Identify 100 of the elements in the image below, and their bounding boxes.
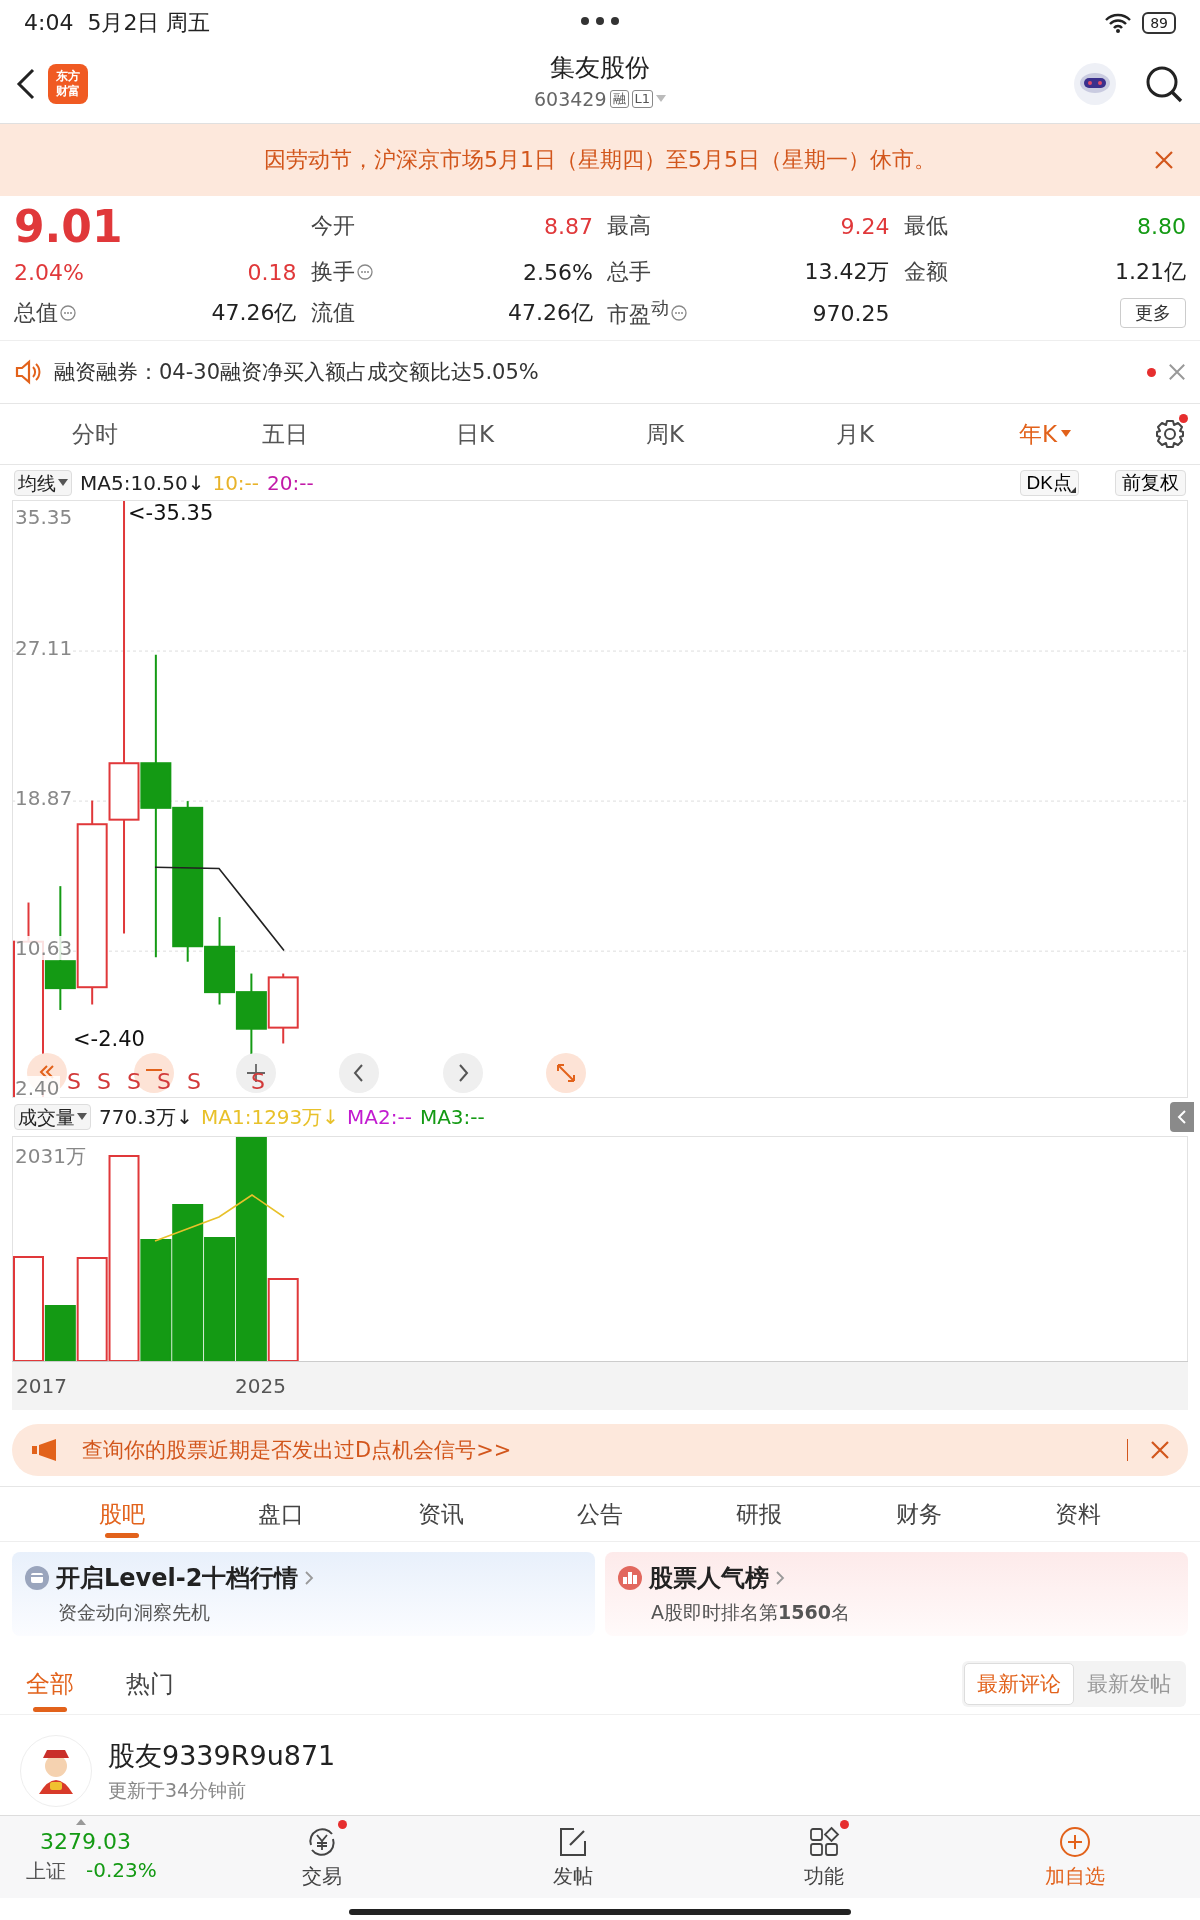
section-tab[interactable]: 盘口	[201, 1487, 361, 1541]
close-icon[interactable]	[1168, 363, 1186, 381]
indicator-select[interactable]: 成交量	[14, 1104, 91, 1130]
card-subtitle: A股即时排名第1560名	[651, 1600, 851, 1625]
indicator-select[interactable]: 均线	[14, 469, 72, 496]
card-title: 开启Level-2十档行情	[56, 1563, 299, 1594]
next-button[interactable]	[443, 1053, 483, 1093]
close-icon[interactable]	[1154, 150, 1174, 170]
settings-icon[interactable]	[1154, 418, 1186, 450]
section-tab[interactable]: 研报	[679, 1487, 840, 1541]
chart-option-button[interactable]: DK点	[1019, 469, 1079, 496]
chevron-right-icon	[459, 1064, 469, 1082]
collapse-handle[interactable]	[1170, 1102, 1194, 1132]
stat-label: 今开	[310, 212, 355, 240]
index-name[interactable]: 上证	[26, 1858, 66, 1885]
post-time: 更新于34分钟前	[108, 1778, 248, 1803]
indicator-reading: 770.3万↓	[99, 1103, 193, 1131]
stat-label: 流值	[310, 299, 355, 327]
indicator-reading: 20:--	[267, 470, 314, 495]
caret-icon	[77, 1113, 87, 1121]
change-amount: 0.18	[247, 259, 297, 285]
stat-value: 47.26亿	[211, 299, 297, 327]
price-annotation: <-2.40	[73, 1027, 145, 1051]
previous-button[interactable]	[339, 1053, 379, 1093]
expand-icon	[557, 1064, 575, 1082]
section-tab[interactable]: 财务	[839, 1487, 999, 1541]
period-tab[interactable]: 分时	[0, 418, 190, 450]
stat-value: 13.42万	[804, 258, 890, 286]
section-tab[interactable]: 公告	[520, 1487, 680, 1541]
axis-label: 2017	[16, 1374, 67, 1398]
card-icon	[24, 1565, 50, 1591]
period-tab[interactable]: 日K	[380, 418, 570, 450]
podium-icon	[617, 1565, 643, 1591]
promo-card[interactable]: 股票人气榜 A股即时排名第1560名	[605, 1552, 1188, 1636]
toolbar-button[interactable]: 交易	[196, 1823, 447, 1891]
stat-label: 市盈$^{动}$	[607, 296, 669, 330]
info-icon[interactable]	[60, 305, 76, 321]
stat-label: 最高	[607, 212, 651, 240]
stat-value: 2.56%	[523, 259, 593, 285]
section-tab[interactable]: 股吧	[42, 1487, 202, 1541]
signal-marker: S	[127, 1069, 141, 1094]
index-change[interactable]: -0.23%	[86, 1858, 157, 1885]
close-icon[interactable]	[1150, 1440, 1170, 1460]
stock-tag: 融	[609, 90, 629, 108]
wifi-icon	[1104, 11, 1133, 34]
robot-icon[interactable]	[1072, 61, 1118, 107]
stat-value: 970.25	[812, 300, 890, 326]
change-percent: 2.04%	[14, 259, 84, 285]
crosshair-button[interactable]	[236, 1053, 276, 1093]
caret-up-icon	[76, 1819, 86, 1825]
signal-marker: S	[251, 1069, 265, 1094]
indicator-reading: 10:--	[212, 470, 260, 495]
stock-name: 集友股份	[550, 52, 650, 84]
indicator-reading: MA2:--	[347, 1105, 412, 1129]
last-price: 9.01	[14, 200, 124, 252]
signal-marker: S	[157, 1069, 171, 1094]
card-subtitle: 资金动向洞察先机	[58, 1600, 211, 1625]
promo-text[interactable]: 查询你的股票近期是否发出过D点机会信号>>	[82, 1436, 512, 1464]
period-tab[interactable]: 周K	[570, 418, 760, 450]
filter-tab[interactable]: 热门	[114, 1654, 186, 1714]
stat-label: 总值	[14, 299, 58, 327]
double-chevron-icon	[39, 1065, 54, 1079]
chart-option-button[interactable]: 前复权	[1115, 469, 1186, 496]
back-icon[interactable]	[16, 68, 36, 100]
price-annotation: <-35.35	[128, 501, 214, 525]
dash-icon	[145, 1069, 163, 1071]
battery-level: 89	[1142, 11, 1176, 34]
user-name[interactable]: 股友9339R9u871	[108, 1738, 336, 1774]
period-tab[interactable]: 年K	[950, 418, 1140, 450]
expand-button[interactable]	[546, 1053, 586, 1093]
section-tab[interactable]: 资料	[998, 1487, 1158, 1541]
indicator-reading: MA1:1293万↓	[201, 1103, 340, 1131]
more-button[interactable]: 更多	[1120, 298, 1186, 328]
stat-value: 47.26亿	[508, 299, 593, 327]
period-tab[interactable]: 月K	[760, 418, 950, 450]
signal-marker: S	[187, 1069, 201, 1094]
stat-value: 9.24	[840, 213, 890, 239]
filter-tab[interactable]: 全部	[14, 1654, 86, 1714]
axis-label: 2.40	[15, 1076, 60, 1100]
chevron-left-icon	[353, 1064, 363, 1082]
promo-card[interactable]: 开启Level-2十档行情 资金动向洞察先机	[12, 1552, 595, 1636]
signal-marker: S	[97, 1069, 111, 1094]
margin-notice[interactable]: 融资融券：04-30融资净买入额占成交额比达5.05%	[54, 358, 539, 386]
app-logo: 东方 财富	[48, 64, 88, 104]
search-icon[interactable]	[1144, 64, 1184, 104]
info-icon[interactable]	[356, 264, 373, 280]
toolbar-button[interactable]: 功能	[698, 1823, 949, 1891]
stock-tag: L1	[631, 90, 653, 108]
section-tab[interactable]: 资讯	[360, 1487, 521, 1541]
more-dots-icon[interactable]	[580, 16, 620, 26]
info-icon[interactable]	[671, 305, 687, 321]
corner-icon	[1070, 486, 1076, 493]
stock-code: 603429	[533, 88, 607, 110]
chevron-right-icon	[775, 1570, 785, 1586]
stat-label: 金额	[903, 258, 948, 286]
stat-label: 总手	[607, 258, 651, 286]
period-tab[interactable]: 五日	[190, 418, 380, 450]
sort-option[interactable]: 最新评论	[964, 1663, 1074, 1705]
toolbar-button[interactable]: 发帖	[447, 1823, 698, 1891]
signal-marker: S	[67, 1069, 81, 1094]
